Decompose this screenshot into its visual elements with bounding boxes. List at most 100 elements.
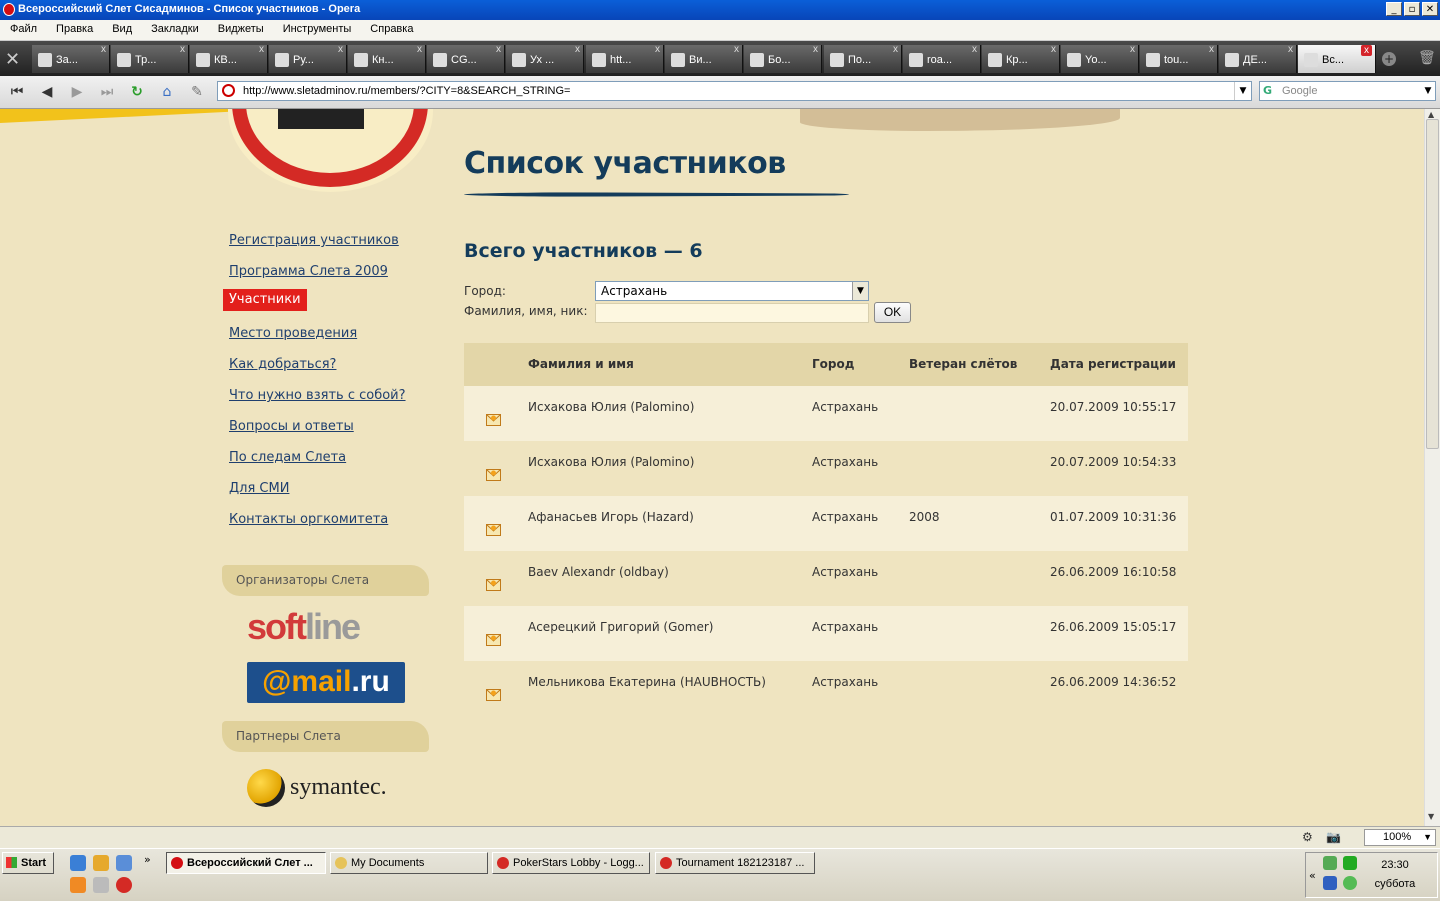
tab[interactable]: Yo... x	[1061, 44, 1139, 73]
tab[interactable]: CG... x	[427, 44, 505, 73]
sidebar-item[interactable]: Вопросы и ответы	[229, 419, 354, 434]
name-search-input[interactable]	[595, 303, 869, 323]
trash-icon[interactable]: 🗑	[1418, 50, 1436, 66]
tab-close-icon[interactable]: x	[893, 44, 898, 55]
address-field[interactable]: http://www.sletadminov.ru/members/?CITY=…	[217, 81, 1252, 101]
tool-icon[interactable]	[93, 877, 109, 893]
taskbar-button[interactable]: Tournament 182123187 ...	[655, 852, 815, 874]
sidebar-item[interactable]: Место проведения	[229, 326, 357, 341]
tab-close-icon[interactable]: x	[1051, 44, 1056, 55]
chevron-down-icon[interactable]: ▼	[852, 282, 868, 300]
tab-close-icon[interactable]: x	[734, 44, 739, 55]
tray-icon-2[interactable]	[1343, 856, 1357, 870]
tab-close-icon[interactable]: x	[338, 44, 343, 55]
sidebar-item[interactable]: Как добраться?	[229, 357, 336, 372]
reload-icon[interactable]: ↻	[126, 82, 148, 102]
tab[interactable]: Кр... x	[982, 44, 1060, 73]
sidebar-item[interactable]: По следам Слета	[229, 450, 346, 465]
tab[interactable]: За... x	[32, 44, 110, 73]
tab[interactable]: Тр... x	[111, 44, 189, 73]
rewind-icon[interactable]: ⏮	[6, 82, 28, 102]
header-name[interactable]: Фамилия и имя	[528, 357, 634, 371]
tab-close-icon[interactable]: x	[496, 44, 501, 55]
more-icon[interactable]: »	[144, 853, 151, 866]
menu-widgets[interactable]: Виджеты	[208, 20, 273, 35]
sidebar-item[interactable]: Участники	[223, 289, 307, 311]
pokerstars-icon[interactable]	[116, 877, 132, 893]
tab[interactable]: Ви... x	[665, 44, 743, 73]
menu-tools[interactable]: Инструменты	[273, 20, 361, 35]
minimize-button[interactable]: _	[1386, 2, 1402, 16]
forward-icon[interactable]: ▶	[66, 82, 88, 102]
tab[interactable]: Бо... x	[744, 44, 822, 73]
tab[interactable]: htt... x	[586, 44, 664, 73]
ok-button[interactable]: OK	[874, 302, 911, 323]
tab[interactable]: roa... x	[903, 44, 981, 73]
zoom-select[interactable]: 100% ▼	[1364, 829, 1436, 846]
envelope-icon[interactable]	[486, 689, 501, 701]
tab[interactable]: Вс... x	[1298, 45, 1376, 73]
tray-expand-icon[interactable]: «	[1309, 869, 1316, 882]
fast-forward-icon[interactable]: ⏭	[96, 82, 118, 102]
tab-close-icon[interactable]: x	[259, 44, 264, 55]
scrollbar-thumb[interactable]	[1426, 119, 1439, 449]
back-icon[interactable]: ◀	[36, 82, 58, 102]
sidebar-item[interactable]: Программа Слета 2009	[229, 264, 388, 279]
app-icon[interactable]	[116, 855, 132, 871]
new-tab-icon[interactable]: +	[1382, 52, 1396, 66]
envelope-icon[interactable]	[486, 414, 501, 426]
edit-icon[interactable]: ✎	[186, 82, 208, 102]
menu-edit[interactable]: Правка	[46, 20, 102, 35]
taskbar-button[interactable]: Всероссийский Слет ...	[166, 852, 326, 874]
tray-icon-3[interactable]	[1323, 876, 1337, 890]
tab-close-icon[interactable]: x	[180, 44, 185, 55]
sidebar-item[interactable]: Что нужно взять с собой?	[229, 388, 406, 403]
panel-icon[interactable]: ⚙	[1302, 830, 1313, 844]
tab-close-icon[interactable]: x	[655, 44, 660, 55]
menu-view[interactable]: Вид	[102, 20, 141, 35]
menu-file[interactable]: Файл	[0, 20, 46, 35]
tray-icon-4[interactable]	[1343, 876, 1357, 890]
scroll-up-icon[interactable]: ▲	[1428, 110, 1434, 119]
search-field[interactable]: G Google ▼	[1259, 81, 1436, 101]
camera-icon[interactable]: 📷	[1326, 830, 1341, 844]
tab[interactable]: По... x	[824, 44, 902, 73]
tools-icon[interactable]: ✕	[5, 49, 27, 70]
city-select[interactable]: Астрахань ▼	[595, 281, 869, 301]
envelope-icon[interactable]	[486, 469, 501, 481]
ie-icon[interactable]	[70, 855, 86, 871]
taskbar-button[interactable]: PokerStars Lobby - Logg...	[492, 852, 650, 874]
clock-time[interactable]: 23:30	[1366, 859, 1424, 871]
mailru-logo[interactable]: @mail.ru	[247, 662, 405, 703]
tab-close-icon[interactable]: x	[417, 44, 422, 55]
tab-close-icon[interactable]: x	[972, 44, 977, 55]
sidebar-item[interactable]: Для СМИ	[229, 481, 289, 496]
menu-help[interactable]: Справка	[360, 20, 422, 35]
vertical-scrollbar[interactable]: ▲ ▼	[1424, 109, 1440, 826]
launcher-icon[interactable]	[93, 855, 109, 871]
tab[interactable]: tou... x	[1140, 44, 1218, 73]
tab[interactable]: КВ... x	[190, 44, 268, 73]
start-button[interactable]: Start	[2, 852, 54, 874]
header-date[interactable]: Дата регистрации	[1050, 357, 1176, 371]
envelope-icon[interactable]	[486, 634, 501, 646]
home-icon[interactable]: ⌂	[156, 82, 178, 102]
sidebar-item[interactable]: Контакты оргкомитета	[229, 512, 388, 527]
tab[interactable]: Кн... x	[348, 44, 426, 73]
tray-icon-1[interactable]	[1323, 856, 1337, 870]
tab-close-icon[interactable]: x	[813, 44, 818, 55]
envelope-icon[interactable]	[486, 579, 501, 591]
chevron-down-icon[interactable]: ▼	[1421, 82, 1435, 100]
symantec-logo-icon[interactable]	[247, 769, 285, 807]
tab-close-icon[interactable]: x	[1209, 44, 1214, 55]
tab[interactable]: Ру... x	[269, 44, 347, 73]
envelope-icon[interactable]	[486, 524, 501, 536]
scroll-down-icon[interactable]: ▼	[1428, 812, 1434, 821]
symantec-logo[interactable]: symantec.	[290, 774, 387, 801]
rss-icon[interactable]	[70, 877, 86, 893]
tab-close-icon[interactable]: x	[575, 44, 580, 55]
header-city[interactable]: Город	[812, 357, 854, 371]
tab-close-icon[interactable]: x	[1130, 44, 1135, 55]
tab-close-icon[interactable]: x	[1361, 45, 1372, 56]
close-button[interactable]: ✕	[1422, 2, 1438, 16]
